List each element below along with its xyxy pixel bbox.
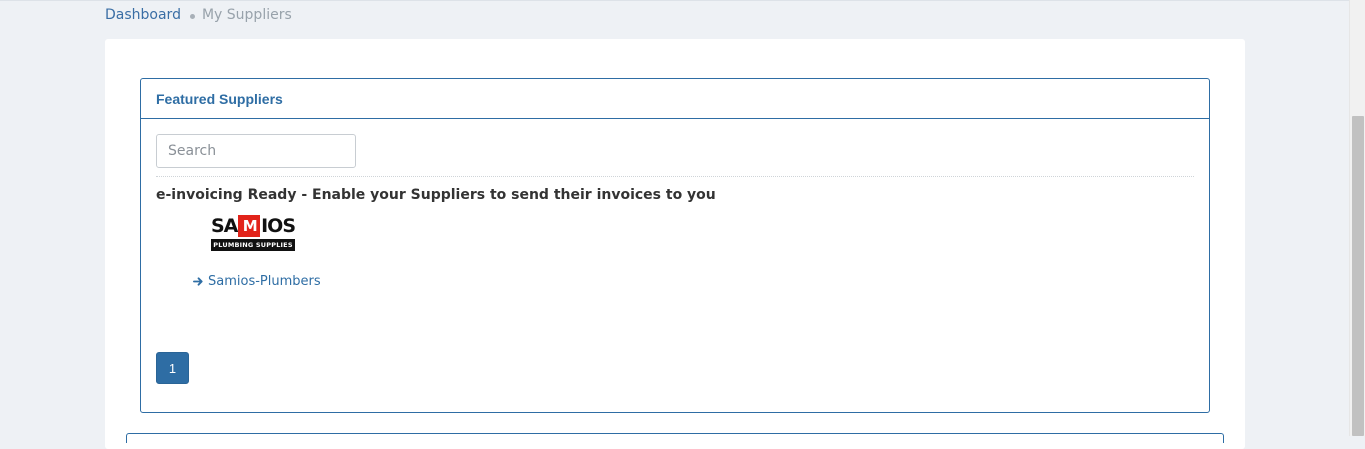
breadcrumb: Dashboard My Suppliers: [105, 5, 292, 25]
logo-wordmark: SA M IOS: [211, 214, 296, 238]
pagination: 1: [156, 352, 189, 384]
scrollbar-thumb[interactable]: [1352, 116, 1364, 436]
panel-title: Featured Suppliers: [156, 90, 283, 107]
logo-tagline: PLUMBING SUPPLIES: [211, 239, 295, 251]
scrollbar-track[interactable]: [1349, 0, 1365, 436]
panel-body: e-invoicing Ready - Enable your Supplier…: [141, 119, 1209, 384]
supplier-link-samios[interactable]: Samios-Plumbers: [193, 274, 373, 289]
arrow-right-icon: [193, 277, 203, 286]
search-input[interactable]: [156, 134, 356, 168]
section-title: e-invoicing Ready - Enable your Supplier…: [156, 187, 716, 203]
dotted-divider: [156, 176, 1194, 177]
logo-text-left: SA: [211, 215, 238, 237]
breadcrumb-dashboard-link[interactable]: Dashboard: [105, 7, 181, 23]
logo-text-right: IOS: [261, 215, 296, 237]
top-divider: [0, 0, 1349, 1]
panel-heading: Featured Suppliers: [141, 79, 1209, 119]
supplier-link-label: Samios-Plumbers: [208, 274, 321, 289]
breadcrumb-current: My Suppliers: [201, 7, 292, 23]
page-1-button[interactable]: 1: [156, 352, 189, 384]
supplier-item: SA M IOS PLUMBING SUPPLIES Samios-Plumbers: [193, 214, 373, 289]
logo-text-mid: M: [238, 215, 261, 237]
content-card: Featured Suppliers e-invoicing Ready - E…: [105, 39, 1245, 449]
samios-logo[interactable]: SA M IOS PLUMBING SUPPLIES: [211, 214, 296, 254]
next-panel-edge: [126, 433, 1224, 443]
breadcrumb-separator-icon: [189, 13, 195, 19]
featured-suppliers-panel: Featured Suppliers e-invoicing Ready - E…: [140, 78, 1210, 413]
